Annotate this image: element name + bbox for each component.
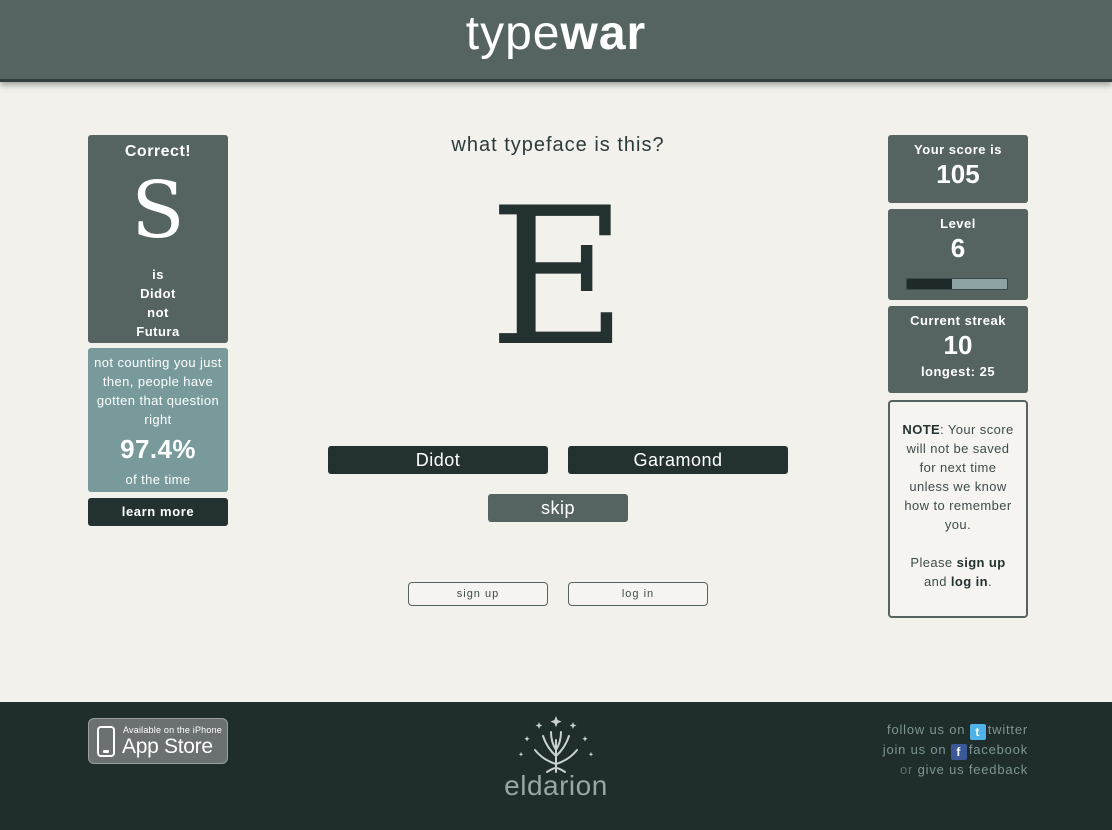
facebook-icon[interactable]: f — [950, 744, 967, 760]
result-panel: Correct! S is Didot not Futura — [88, 135, 228, 343]
social-links: follow us on t twitter join us on f facebo… — [883, 720, 1028, 780]
logo-type: type — [465, 7, 561, 60]
stats-percent: 97.4% — [120, 434, 196, 464]
note-sign-up-link[interactable]: sign up — [957, 555, 1006, 570]
logo-war: war — [560, 7, 647, 60]
result-is: is — [152, 267, 164, 282]
note-period: . — [987, 574, 992, 589]
learn-more-button[interactable]: learn more — [88, 498, 228, 526]
result-title: Correct! — [124, 143, 192, 160]
level-progress-bar — [906, 278, 1008, 290]
feedback-or: or — [900, 762, 914, 777]
stats-text-before: not counting you just then, people have … — [94, 355, 222, 427]
app-store-small-text: Available on the iPhone — [123, 725, 223, 735]
note-please: Please — [910, 555, 953, 570]
streak-label: Current streak — [910, 313, 1006, 328]
result-not: not — [147, 305, 169, 320]
result-correct-font: Didot — [140, 286, 176, 301]
twitter-icon[interactable]: t — [969, 724, 986, 740]
eldarion-logo[interactable]: eldarion — [496, 712, 616, 812]
score-value: 105 — [936, 159, 980, 189]
site-footer: Available on the iPhone App Store eldari… — [0, 702, 1112, 830]
score-label: Your score is — [914, 142, 1002, 157]
facebook-row: join us on f facebook — [883, 740, 1028, 760]
stats-text-after: of the time — [125, 472, 191, 487]
longest-streak: longest: 25 — [920, 364, 996, 379]
streak-panel: Current streak 10 longest: 25 — [888, 306, 1028, 393]
log-in-button[interactable]: log in — [568, 582, 708, 606]
feedback-link[interactable]: give us feedback — [918, 762, 1028, 777]
level-value: 6 — [950, 233, 966, 263]
level-label: Level — [940, 216, 976, 231]
facebook-link[interactable]: facebook — [969, 742, 1028, 757]
site-logo[interactable]: typewar — [466, 6, 646, 61]
answer-button-garamond[interactable]: Garamond — [568, 446, 788, 474]
note-bold: NOTE — [902, 422, 941, 437]
streak-value: 10 — [943, 330, 973, 360]
app-store-big-text: App Store — [122, 735, 213, 758]
question-glyph: E — [488, 167, 628, 388]
twitter-row: follow us on t twitter — [883, 720, 1028, 740]
note-body: : Your score will not be saved for next … — [904, 422, 1014, 532]
app-store-badge[interactable]: Available on the iPhone App Store — [88, 718, 228, 764]
result-wrong-font: Futura — [136, 324, 180, 339]
follow-prefix: follow us on — [887, 722, 966, 737]
level-progress-fill — [907, 279, 952, 289]
answer-button-didot[interactable]: Didot — [328, 446, 548, 474]
note-and: and — [924, 574, 947, 589]
iphone-icon — [97, 726, 115, 757]
twitter-link[interactable]: twitter — [988, 722, 1028, 737]
level-panel: Level 6 — [888, 209, 1028, 300]
skip-button[interactable]: skip — [488, 494, 628, 522]
site-header: typewar — [0, 0, 1112, 82]
note-log-in-link[interactable]: log in — [951, 574, 988, 589]
signup-note: NOTE: Your score will not be saved for n… — [888, 400, 1028, 618]
result-explanation: is Didot not Futura — [88, 265, 228, 341]
note-cta: Please sign up and log in. — [900, 553, 1016, 591]
question-prompt: what typeface is this? — [451, 134, 665, 156]
stats-panel: not counting you just then, people have … — [88, 348, 228, 492]
feedback-row: or give us feedback — [883, 760, 1028, 780]
result-glyph: S — [131, 166, 185, 256]
sign-up-button[interactable]: sign up — [408, 582, 548, 606]
eldarion-wordmark: eldarion — [504, 770, 608, 801]
join-prefix: join us on — [882, 742, 947, 757]
score-panel: Your score is 105 — [888, 135, 1028, 203]
note-text: NOTE: Your score will not be saved for n… — [900, 420, 1016, 534]
eldarion-tree-logo — [518, 716, 594, 773]
